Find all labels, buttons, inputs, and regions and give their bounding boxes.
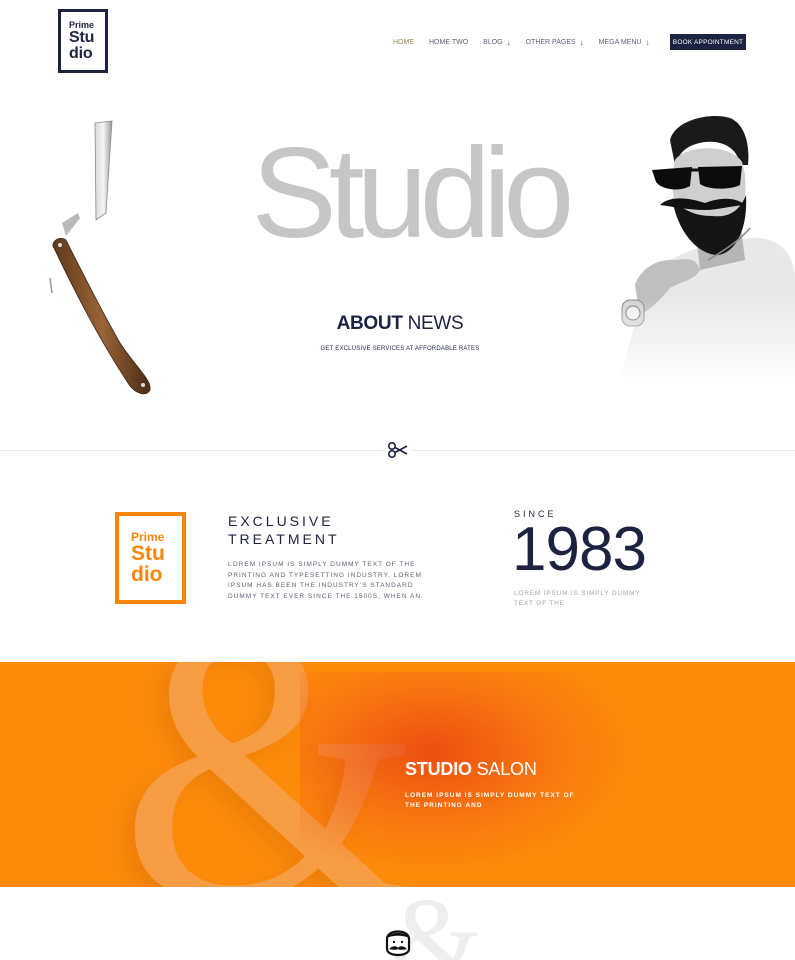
nav-label: BLOG — [483, 39, 503, 46]
logo-line-2: Stu — [69, 28, 95, 46]
logo-line-2: Stu — [131, 542, 165, 565]
salon-heading-light: SALON — [471, 759, 537, 779]
bearded-man-photo — [600, 110, 795, 382]
about-news-bold: ABOUT — [336, 313, 403, 334]
logo-line-3: dio — [131, 563, 163, 586]
scissors-icon — [385, 440, 411, 460]
site-logo[interactable]: Prime Stu dio — [58, 9, 108, 73]
nav-item-home-two[interactable]: HOME TWO — [429, 39, 468, 46]
logo-line-3: dio — [69, 44, 93, 62]
exclusive-treatment-description: LOREM IPSUM IS SIMPLY DUMMY TEXT OF THE … — [228, 561, 424, 601]
nav-label: MEGA MENU — [598, 39, 642, 46]
nav-item-other-pages[interactable]: OTHER PAGES ↓ — [526, 38, 584, 47]
exclusive-treatment-title: EXCLUSIVE TREATMENT — [228, 513, 340, 548]
hero-tagline: GET EXCLUSIVE SERVICES AT AFFORDABLE RAT… — [320, 346, 480, 352]
mustache-face-icon — [385, 930, 411, 957]
orange-studio-logo: Prime Stu dio — [115, 512, 186, 604]
hero-studio-word: Studio — [251, 122, 575, 265]
studio-salon-banner: & STUDIO SALON LOREM IPSUM IS SIMPLY DUM… — [0, 662, 795, 887]
studio-salon-description: LOREM IPSUM IS SIMPLY DUMMY TEXT OF THE … — [405, 792, 575, 809]
nav-label: OTHER PAGES — [525, 39, 576, 46]
since-description: LOREM IPSUM IS SIMPLY DUMMY TEXT OF THE — [514, 590, 641, 608]
dropdown-arrow-icon: ↓ — [645, 38, 650, 47]
straight-razor-icon — [49, 120, 151, 395]
book-appointment-button[interactable]: BOOK APPOINTMENT — [670, 34, 746, 50]
studio-salon-heading: STUDIO SALON — [405, 759, 537, 780]
about-news-heading: ABOUT NEWS — [250, 313, 550, 335]
about-news-light: NEWS — [402, 313, 464, 334]
title-line-1: EXCLUSIVE — [228, 513, 334, 529]
since-year: 1983 — [512, 515, 647, 584]
nav-item-mega-menu[interactable]: MEGA MENU ↓ — [599, 38, 650, 47]
title-line-2: TREATMENT — [228, 530, 340, 547]
nav-label: HOME — [393, 39, 414, 46]
nav-item-home[interactable]: HOME — [393, 39, 414, 46]
salon-heading-bold: STUDIO — [405, 759, 472, 779]
dropdown-arrow-icon: ↓ — [506, 38, 511, 47]
nav-label: HOME TWO — [429, 39, 469, 46]
nav-item-blog[interactable]: BLOG ↓ — [483, 38, 510, 47]
main-nav: HOME HOME TWO BLOG ↓ OTHER PAGES ↓ MEGA ME… — [393, 34, 664, 51]
dropdown-arrow-icon: ↓ — [579, 38, 584, 47]
